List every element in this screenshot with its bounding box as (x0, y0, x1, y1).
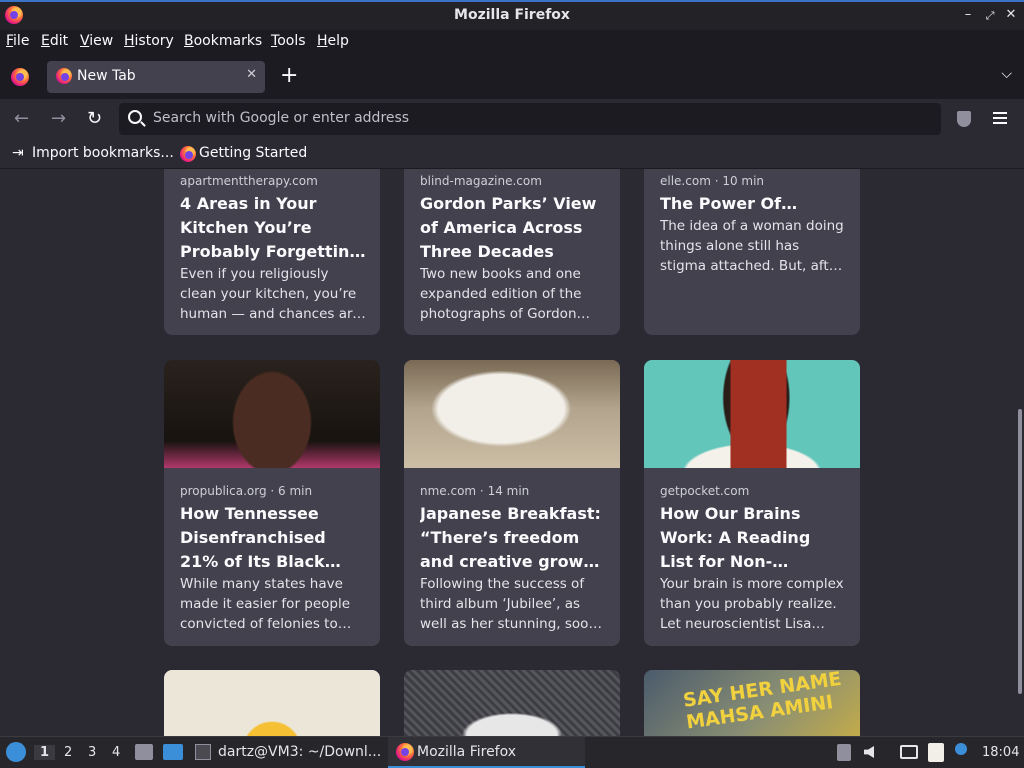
tab-label: New Tab (77, 68, 136, 84)
address-bar[interactable]: Search with Google or enter address (119, 103, 941, 135)
close-window-button[interactable]: ✕ (1003, 7, 1019, 22)
menu-help[interactable]: Help (317, 33, 349, 49)
story-card[interactable]: apartmenttherapy.com 4 Areas in Your Kit… (164, 169, 380, 335)
task-firefox-label: Mozilla Firefox (417, 744, 517, 760)
story-card[interactable]: getpocket.com How Our Brains Work: A Rea… (644, 360, 860, 646)
clipboard-icon[interactable] (928, 743, 944, 762)
tab-new-tab[interactable]: New Tab ✕ (47, 61, 265, 93)
menu-bookmarks[interactable]: Bookmarks (184, 33, 262, 49)
story-title: How Our Brains Work: A Reading List for … (660, 504, 811, 571)
terminal-icon (195, 744, 211, 760)
menu-tools[interactable]: Tools (271, 33, 306, 49)
minimize-button[interactable]: – (960, 7, 976, 22)
tray-upload-icon[interactable] (837, 744, 851, 761)
maximize-button[interactable]: ⤢ (982, 9, 998, 23)
workspace-1[interactable]: 1 (34, 745, 56, 760)
story-excerpt: While many states have made it easier fo… (180, 576, 351, 632)
notification-icon[interactable] (955, 743, 967, 755)
story-title: Gordon Parks’ View of America Across Thr… (420, 194, 597, 261)
back-button[interactable]: ← (14, 108, 29, 129)
story-thumbnail (644, 360, 860, 468)
crying-emoji-thumbnail (164, 670, 380, 736)
protest-poster-thumbnail: SAY HER NAME MAHSA AMINI (644, 670, 860, 736)
task-firefox[interactable]: Mozilla Firefox (388, 737, 585, 768)
task-terminal[interactable]: dartz@VM3: ~/Downl... (192, 737, 382, 768)
story-card[interactable]: propublica.org · 6 min How Tennessee Dis… (164, 360, 380, 646)
story-excerpt: Two new books and one expanded edition o… (420, 266, 582, 322)
list-all-tabs-button[interactable]: ⌵ (1001, 66, 1012, 82)
start-menu-icon[interactable] (6, 742, 26, 762)
story-excerpt: Your brain is more complex than you prob… (660, 576, 844, 632)
reload-button[interactable]: ↻ (87, 108, 102, 129)
task-firefox-icon (396, 743, 414, 761)
story-card[interactable] (164, 670, 380, 736)
task-terminal-label: dartz@VM3: ~/Downl... (218, 744, 382, 760)
story-title: Japanese Breakfast: “There’s freedom and… (420, 504, 603, 571)
story-excerpt: The idea of a woman doing things alone s… (660, 218, 844, 274)
navigation-toolbar: ← → ↻ Search with Google or enter addres… (0, 99, 1024, 139)
story-excerpt: Following the success of third album ‘Ju… (420, 576, 602, 632)
story-card[interactable] (404, 670, 620, 736)
menu-edit[interactable]: Edit (41, 33, 68, 49)
import-bookmarks-icon: ⇥ (12, 145, 24, 161)
story-title: 4 Areas in Your Kitchen You’re Probably … (180, 194, 361, 261)
story-thumbnail (164, 360, 380, 468)
firefox-view-icon[interactable] (11, 68, 29, 86)
window-title: Mozilla Firefox (454, 7, 570, 23)
story-source: elle.com · 10 min (660, 174, 765, 188)
app-menu-icon[interactable] (993, 112, 1007, 124)
poster-text: SAY HER NAME MAHSA AMINI (681, 670, 843, 734)
workspace-3[interactable]: 3 (88, 745, 96, 760)
forward-button[interactable]: → (51, 108, 66, 129)
story-card[interactable]: SAY HER NAME MAHSA AMINI (644, 670, 860, 736)
address-placeholder: Search with Google or enter address (153, 110, 410, 126)
page-scrollbar[interactable] (1018, 409, 1022, 694)
story-title: How Tennessee Disenfranchised 21% of Its… (180, 504, 326, 571)
menu-view[interactable]: View (80, 33, 113, 49)
getting-started-favicon-icon (180, 146, 196, 162)
search-icon (128, 110, 142, 124)
tab-bar: New Tab ✕ + ⌵ (0, 54, 1024, 99)
story-title: The Power Of Solitude (660, 194, 782, 213)
close-tab-icon[interactable]: ✕ (246, 67, 257, 82)
story-card[interactable]: nme.com · 14 min Japanese Breakfast: “Th… (404, 360, 620, 646)
show-desktop-icon[interactable] (163, 744, 183, 760)
story-source: getpocket.com (660, 484, 750, 498)
tab-favicon-icon (56, 68, 72, 84)
network-icon[interactable] (900, 745, 918, 759)
window-titlebar: Mozilla Firefox – ⤢ ✕ (0, 0, 1024, 30)
story-excerpt: Even if you religiously clean your kitch… (180, 266, 365, 322)
story-card[interactable]: blind-magazine.com Gordon Parks’ View of… (404, 169, 620, 335)
menu-history[interactable]: History (124, 33, 174, 49)
story-source: apartmenttherapy.com (180, 174, 318, 188)
story-card[interactable]: elle.com · 10 min The Power Of Solitude … (644, 169, 860, 335)
story-thumbnail (404, 670, 620, 736)
clock: 18:04 (982, 745, 1020, 760)
story-source: propublica.org · 6 min (180, 484, 313, 498)
volume-icon[interactable] (864, 746, 874, 758)
import-bookmarks-link[interactable]: Import bookmarks... (32, 145, 174, 161)
story-thumbnail (404, 360, 620, 468)
file-manager-icon[interactable] (135, 744, 153, 760)
menu-bar: File Edit View History Bookmarks Tools H… (0, 30, 1024, 54)
new-tab-button[interactable]: + (280, 63, 298, 88)
workspace-4[interactable]: 4 (112, 745, 120, 760)
system-taskbar: 1 2 3 4 dartz@VM3: ~/Downl... Mozilla Fi… (0, 736, 1024, 768)
bookmarks-toolbar: ⇥ Import bookmarks... Getting Started (0, 139, 1024, 169)
workspace-2[interactable]: 2 (64, 745, 72, 760)
getting-started-link[interactable]: Getting Started (199, 145, 307, 161)
new-tab-page: apartmenttherapy.com 4 Areas in Your Kit… (0, 169, 1024, 736)
menu-file[interactable]: File (6, 33, 29, 49)
story-source: nme.com · 14 min (420, 484, 530, 498)
story-source: blind-magazine.com (420, 174, 542, 188)
ublock-shield-icon[interactable] (957, 111, 971, 127)
